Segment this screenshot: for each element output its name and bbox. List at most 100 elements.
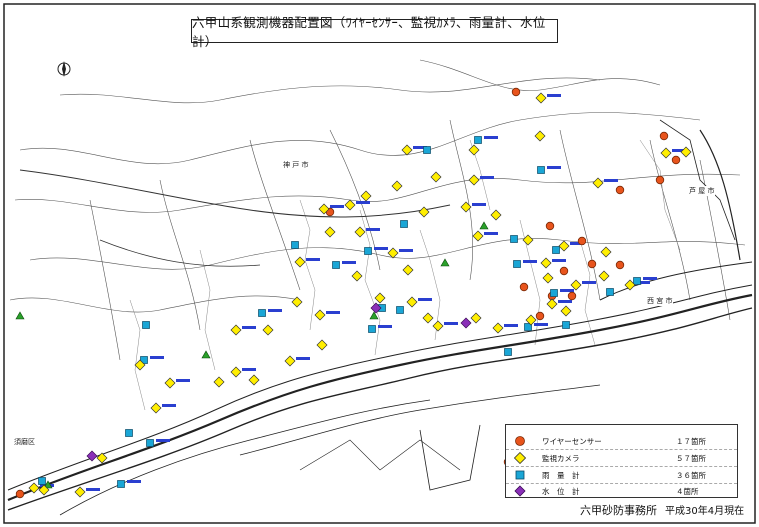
camera-marker[interactable] — [401, 144, 413, 156]
camera-marker[interactable] — [592, 177, 604, 189]
camera-marker[interactable] — [262, 324, 274, 336]
camera-marker[interactable] — [468, 144, 480, 156]
site-label-tick — [366, 228, 380, 231]
camera-marker[interactable] — [598, 270, 610, 282]
rain-gauge-marker[interactable] — [332, 261, 340, 269]
rain-gauge-marker[interactable] — [400, 220, 408, 228]
rain-gauge-marker[interactable] — [368, 325, 376, 333]
wire-sensor-marker[interactable] — [659, 131, 669, 141]
rain-gauge-marker[interactable] — [552, 246, 560, 254]
rain-gauge-marker[interactable] — [125, 429, 133, 437]
camera-marker[interactable] — [294, 256, 306, 268]
camera-marker[interactable] — [351, 270, 363, 282]
camera-marker[interactable] — [96, 452, 108, 464]
wire-sensor-marker[interactable] — [519, 282, 529, 292]
camera-marker[interactable] — [542, 272, 554, 284]
camera-marker[interactable] — [74, 486, 86, 498]
camera-marker[interactable] — [430, 171, 442, 183]
camera-marker[interactable] — [344, 199, 356, 211]
wire-sensor-marker[interactable] — [535, 311, 545, 321]
camera-marker[interactable] — [360, 190, 372, 202]
water-level-marker[interactable] — [460, 317, 472, 329]
rain-gauge-marker[interactable] — [562, 321, 570, 329]
rain-gauge-marker[interactable] — [510, 235, 518, 243]
rain-gauge-marker[interactable] — [504, 348, 512, 356]
camera-marker[interactable] — [522, 234, 534, 246]
wire-sensor-marker[interactable] — [615, 260, 625, 270]
rain-gauge-marker[interactable] — [291, 241, 299, 249]
wire-sensor-marker[interactable] — [15, 489, 25, 499]
camera-marker[interactable] — [248, 374, 260, 386]
wire-sensor-marker[interactable] — [559, 266, 569, 276]
camera-marker[interactable] — [546, 298, 558, 310]
wire-sensor-marker[interactable] — [587, 259, 597, 269]
camera-marker[interactable] — [391, 180, 403, 192]
camera-marker[interactable] — [284, 355, 296, 367]
rain-gauge-marker[interactable] — [38, 477, 46, 485]
camera-marker[interactable] — [230, 324, 242, 336]
camera-marker[interactable] — [558, 240, 570, 252]
rain-gauge-marker[interactable] — [550, 289, 558, 297]
rain-gauge-marker[interactable] — [396, 306, 404, 314]
camera-marker[interactable] — [324, 226, 336, 238]
camera-marker[interactable] — [314, 309, 326, 321]
triangle-marker[interactable] — [201, 350, 211, 359]
rain-gauge-marker[interactable] — [513, 260, 521, 268]
camera-marker[interactable] — [570, 279, 582, 291]
site-label-tick — [176, 379, 190, 382]
site-label-tick — [484, 232, 498, 235]
site-label-tick — [150, 356, 164, 359]
rain-gauge-marker[interactable] — [117, 480, 125, 488]
camera-marker[interactable] — [468, 174, 480, 186]
camera-marker[interactable] — [406, 296, 418, 308]
camera-marker[interactable] — [680, 146, 692, 158]
camera-marker[interactable] — [660, 147, 672, 159]
camera-marker[interactable] — [230, 366, 242, 378]
rain-gauge-marker[interactable] — [423, 146, 431, 154]
camera-marker[interactable] — [470, 312, 482, 324]
camera-marker[interactable] — [540, 257, 552, 269]
rain-gauge-marker[interactable] — [633, 277, 641, 285]
wire-sensor-marker[interactable] — [511, 87, 521, 97]
wire-sensor-marker[interactable] — [567, 291, 577, 301]
rain-gauge-marker[interactable] — [258, 309, 266, 317]
camera-marker[interactable] — [534, 130, 546, 142]
site-label-tick — [156, 439, 170, 442]
orange-circle-icon — [515, 436, 525, 446]
camera-marker[interactable] — [460, 201, 472, 213]
camera-marker[interactable] — [600, 246, 612, 258]
wire-sensor-marker[interactable] — [655, 175, 665, 185]
camera-marker[interactable] — [490, 209, 502, 221]
wire-sensor-marker[interactable] — [577, 236, 587, 246]
rain-gauge-marker[interactable] — [474, 136, 482, 144]
rain-gauge-marker[interactable] — [142, 321, 150, 329]
camera-marker[interactable] — [354, 226, 366, 238]
camera-marker[interactable] — [164, 377, 176, 389]
triangle-marker[interactable] — [15, 311, 25, 320]
camera-marker[interactable] — [387, 247, 399, 259]
camera-marker[interactable] — [472, 230, 484, 242]
camera-marker[interactable] — [213, 376, 225, 388]
camera-marker[interactable] — [316, 339, 328, 351]
wire-sensor-marker[interactable] — [671, 155, 681, 165]
camera-marker[interactable] — [402, 264, 414, 276]
camera-marker[interactable] — [432, 320, 444, 332]
rain-gauge-marker[interactable] — [146, 439, 154, 447]
rain-gauge-marker[interactable] — [537, 166, 545, 174]
camera-marker[interactable] — [492, 322, 504, 334]
rain-gauge-marker[interactable] — [364, 247, 372, 255]
camera-marker[interactable] — [291, 296, 303, 308]
legend-row-water-level: 水 位 計 ４箇所 — [506, 483, 737, 500]
rain-gauge-marker[interactable] — [606, 288, 614, 296]
camera-marker[interactable] — [422, 312, 434, 324]
triangle-marker[interactable] — [369, 311, 379, 320]
triangle-marker[interactable] — [479, 221, 489, 230]
camera-marker[interactable] — [150, 402, 162, 414]
camera-marker[interactable] — [560, 305, 572, 317]
camera-marker[interactable] — [374, 292, 386, 304]
wire-sensor-marker[interactable] — [615, 185, 625, 195]
triangle-marker[interactable] — [440, 258, 450, 267]
camera-marker[interactable] — [418, 206, 430, 218]
wire-sensor-marker[interactable] — [545, 221, 555, 231]
camera-marker[interactable] — [535, 92, 547, 104]
